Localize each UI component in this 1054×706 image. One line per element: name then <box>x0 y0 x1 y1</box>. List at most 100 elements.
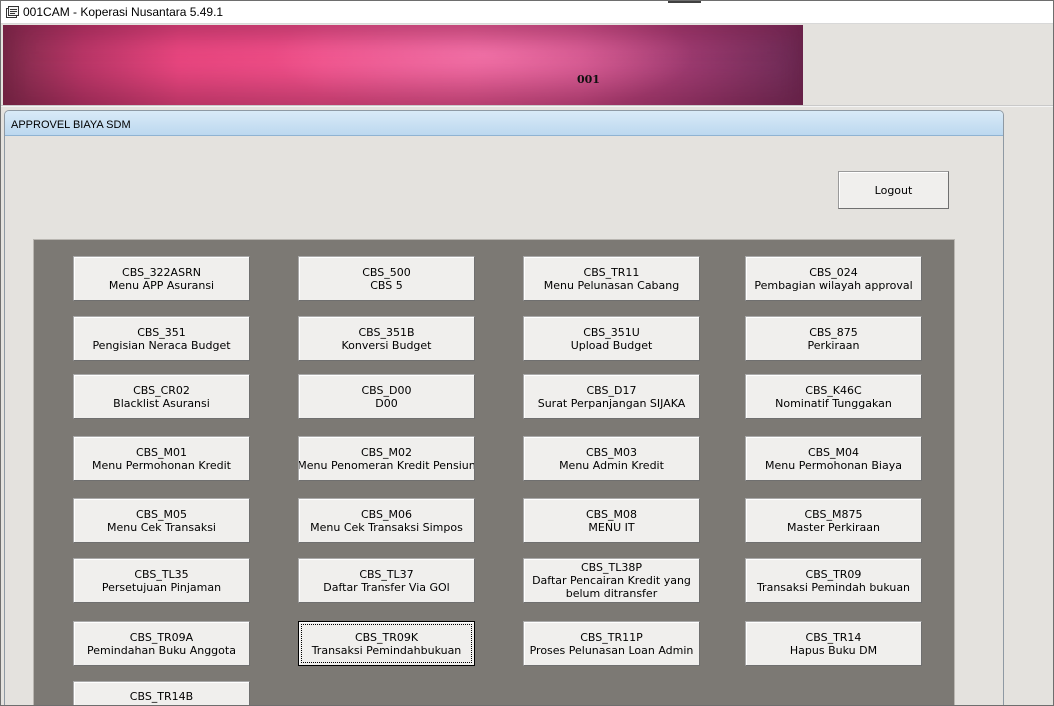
menu-button-code: CBS_TR14B <box>129 690 194 703</box>
menu-button-cbs-m05[interactable]: CBS_M05 Menu Cek Transaksi <box>73 498 250 543</box>
menu-button-cbs-m01[interactable]: CBS_M01 Menu Permohonan Kredit <box>73 436 250 481</box>
menu-button-label: Pengisian Neraca Budget <box>92 338 231 352</box>
menu-button-code: CBS_D17 <box>586 383 637 397</box>
menu-button-label: Perkiraan <box>807 338 860 352</box>
menu-button-label: Persetujuan Pinjaman <box>101 580 222 594</box>
menu-button-label: Pembagian wilayah approval <box>754 278 913 292</box>
menu-button-cbs-m08[interactable]: CBS_M08 MENU IT <box>523 498 700 543</box>
window-title: 001CAM - Koperasi Nusantara 5.49.1 <box>23 5 224 19</box>
menu-button-cbs-tr09[interactable]: CBS_TR09 Transaksi Pemindah bukuan <box>745 558 922 603</box>
menu-button-cbs-875[interactable]: CBS_875 Perkiraan <box>745 316 922 361</box>
menu-button-label-line2: belum ditransfer <box>565 587 658 600</box>
menu-button-label: Transaksi Pemindah bukuan <box>756 580 911 594</box>
menu-button-code: CBS_M04 <box>807 445 859 459</box>
menu-button-code: CBS_CR02 <box>133 383 190 397</box>
menu-button-label: Upload Budget <box>570 338 653 352</box>
menu-button-label: Master Perkiraan <box>787 520 880 534</box>
menu-button-code: CBS_351U <box>583 325 640 339</box>
menu-button-code: CBS_500 <box>362 265 411 279</box>
menu-button-cbs-m04[interactable]: CBS_M04 Menu Permohonan Biaya <box>745 436 922 481</box>
menu-button-label: Blacklist Asuransi <box>113 396 210 410</box>
menu-button-code: CBS_M01 <box>135 445 187 459</box>
branch-code: 001 <box>577 73 600 86</box>
menu-button-cbs-m06[interactable]: CBS_M06 Menu Cek Transaksi Simpos <box>298 498 475 543</box>
menu-button-cbs-m02[interactable]: CBS_M02 Menu Penomeran Kredit Pensiun <box>298 436 475 481</box>
menu-button-cbs-m875[interactable]: CBS_M875 Master Perkiraan <box>745 498 922 543</box>
header-divider <box>1 105 1053 107</box>
menu-button-code: CBS_TL35 <box>134 567 189 581</box>
menu-button-code: CBS_TR09A <box>129 630 194 644</box>
menu-button-label: Menu Admin Kredit <box>559 458 664 472</box>
header-banner-blank <box>804 25 1053 105</box>
menu-button-label: Menu Cek Transaksi Simpos <box>310 520 463 534</box>
title-bar[interactable]: 001CAM - Koperasi Nusantara 5.49.1 <box>1 1 1053 24</box>
menu-button-cbs-tl37[interactable]: CBS_TL37 Daftar Transfer Via GOl <box>298 558 475 603</box>
panel-header: APPROVEL BIAYA SDM <box>5 111 1003 136</box>
logout-button[interactable]: Logout <box>838 171 949 209</box>
header-banner: 001 <box>3 25 803 105</box>
menu-button-cbs-k46c[interactable]: CBS_K46C Nominatif Tunggakan <box>745 374 922 419</box>
menu-button-cbs-d17[interactable]: CBS_D17 Surat Perpanjangan SIJAKA <box>523 374 700 419</box>
menu-button-code: CBS_TR09 <box>805 567 862 581</box>
menu-button-cbs-tr14b[interactable]: CBS_TR14B <box>73 681 250 705</box>
menu-button-code: CBS_322ASRN <box>122 265 201 279</box>
right-margin <box>1005 107 1053 705</box>
app-window: 001CAM - Koperasi Nusantara 5.49.1 001 A… <box>0 0 1054 706</box>
menu-button-code: CBS_M06 <box>360 507 412 521</box>
menu-button-label: Daftar Pencairan Kredit yang <box>532 574 691 587</box>
menu-button-label: Menu Penomeran Kredit Pensiun <box>298 458 475 472</box>
menu-button-code: CBS_351 <box>137 325 186 339</box>
menu-button-cbs-500[interactable]: CBS_500 CBS 5 <box>298 256 475 301</box>
menu-button-code: CBS_D00 <box>361 383 412 397</box>
menu-button-cbs-m03[interactable]: CBS_M03 Menu Admin Kredit <box>523 436 700 481</box>
menu-button-code: CBS_024 <box>809 265 858 279</box>
menu-button-cbs-tl35[interactable]: CBS_TL35 Persetujuan Pinjaman <box>73 558 250 603</box>
menu-button-cbs-024[interactable]: CBS_024 Pembagian wilayah approval <box>745 256 922 301</box>
menu-button-code: CBS_M02 <box>360 445 412 459</box>
menu-button-code: CBS_TL37 <box>359 567 414 581</box>
menu-button-label: Nominatif Tunggakan <box>775 396 892 410</box>
panel-title: APPROVEL BIAYA SDM <box>11 119 131 131</box>
menu-button-cbs-d00[interactable]: CBS_D00 D00 <box>298 374 475 419</box>
menu-button-cbs-tr09a[interactable]: CBS_TR09A Pemindahan Buku Anggota <box>73 621 250 666</box>
menu-button-cbs-351b[interactable]: CBS_351B Konversi Budget <box>298 316 475 361</box>
menu-button-code: CBS_875 <box>809 325 858 339</box>
menu-button-code: CBS_351B <box>358 325 415 339</box>
menu-button-grid: CBS_322ASRN Menu APP Asuransi CBS_500 CBS 5… <box>33 239 955 705</box>
menu-button-cbs-tr09k[interactable]: CBS_TR09K Transaksi Pemindahbukuan <box>298 621 475 666</box>
menu-button-label: Pemindahan Buku Anggota <box>87 643 236 657</box>
menu-button-code: CBS_M05 <box>135 507 187 521</box>
menu-button-code: CBS_TR11P <box>580 630 643 644</box>
menu-button-cbs-tr14[interactable]: CBS_TR14 Hapus Buku DM <box>745 621 922 666</box>
logout-button-label: Logout <box>874 183 913 197</box>
menu-button-cbs-tr11[interactable]: CBS_TR11 Menu Pelunasan Cabang <box>523 256 700 301</box>
menu-button-code: CBS_M08 <box>585 507 637 521</box>
menu-button-cbs-322asrn[interactable]: CBS_322ASRN Menu APP Asuransi <box>73 256 250 301</box>
menu-button-cbs-351u[interactable]: CBS_351U Upload Budget <box>523 316 700 361</box>
menu-button-cbs-351[interactable]: CBS_351 Pengisian Neraca Budget <box>73 316 250 361</box>
menu-button-cbs-cr02[interactable]: CBS_CR02 Blacklist Asuransi <box>73 374 250 419</box>
menu-button-label: Menu Pelunasan Cabang <box>543 278 680 292</box>
menu-button-code: CBS_TR14 <box>805 630 862 644</box>
title-bar-marker <box>668 1 701 3</box>
menu-button-label: Proses Pelunasan Loan Admin <box>529 643 694 657</box>
menu-button-code: CBS_M875 <box>804 507 863 521</box>
menu-button-label: Daftar Transfer Via GOl <box>323 580 450 594</box>
menu-button-label: Menu Permohonan Biaya <box>765 458 902 472</box>
menu-button-code: CBS_M03 <box>585 445 637 459</box>
menu-button-label: Menu APP Asuransi <box>108 278 215 292</box>
menu-button-label: Surat Perpanjangan SIJAKA <box>537 396 686 410</box>
menu-button-cbs-tl38p[interactable]: CBS_TL38P Daftar Pencairan Kredit yang bel… <box>523 558 700 603</box>
menu-button-cbs-tr11p[interactable]: CBS_TR11P Proses Pelunasan Loan Admin <box>523 621 700 666</box>
menu-button-label: Hapus Buku DM <box>789 643 878 657</box>
menu-button-code: CBS_K46C <box>805 383 862 397</box>
menu-button-label: MENU IT <box>588 520 635 534</box>
menu-button-label: D00 <box>375 396 398 410</box>
menu-button-code: CBS_TR09K <box>354 630 419 644</box>
menu-button-label: Menu Cek Transaksi <box>107 520 216 534</box>
app-window-icon <box>6 6 19 18</box>
menu-button-label: CBS 5 <box>370 278 403 292</box>
menu-button-label: Menu Permohonan Kredit <box>92 458 231 472</box>
menu-button-label: Transaksi Pemindahbukuan <box>311 643 462 657</box>
menu-button-label: Konversi Budget <box>341 338 432 352</box>
